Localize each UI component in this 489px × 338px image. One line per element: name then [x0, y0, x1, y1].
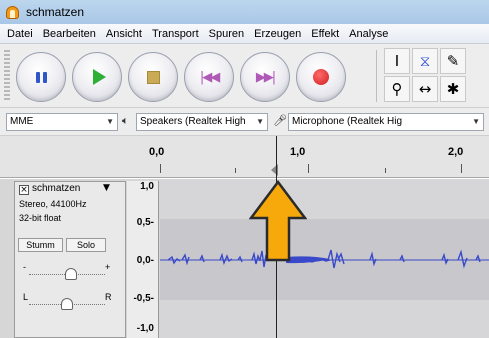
amplitude-label: -0,5-	[133, 293, 154, 304]
up-arrow-annotation	[248, 179, 308, 262]
envelope-tool-icon: ⧖	[419, 52, 431, 70]
transport-toolbar: |◀◀ ▶▶| I ⧖ ✎ ⚲ ↔ ✱	[0, 44, 489, 108]
zoom-tool-button[interactable]: ⚲	[384, 76, 410, 102]
chevron-down-icon[interactable]: ▼	[103, 183, 110, 193]
menu-erzeugen[interactable]: Erzeugen	[249, 28, 306, 40]
record-icon	[313, 69, 329, 85]
close-icon[interactable]: ×	[19, 185, 29, 195]
play-icon	[92, 69, 106, 85]
ruler-tick	[308, 164, 309, 173]
draw-tool-button[interactable]: ✎	[440, 48, 466, 74]
mute-button[interactable]: Stumm	[18, 238, 63, 252]
toolbar-grip[interactable]	[4, 50, 10, 102]
audio-host-value: MME	[10, 116, 34, 127]
skip-to-end-button[interactable]: ▶▶|	[240, 52, 290, 102]
recording-device-value: Microphone (Realtek Hig	[292, 116, 403, 127]
device-toolbar: MME ▼ 🔈︎ Speakers (Realtek High ▼ 🎤︎ Mic…	[0, 108, 489, 136]
menu-transport[interactable]: Transport	[147, 28, 204, 40]
selection-tool-icon: I	[394, 52, 400, 70]
pan-right-label: R	[105, 292, 112, 302]
track-format: Stereo, 44100Hz	[19, 199, 87, 209]
amplitude-ruler: 1,0 0,5- 0,0- -0,5- -1,0	[127, 181, 159, 338]
microphone-icon: 🎤︎	[273, 114, 287, 127]
menu-bearbeiten[interactable]: Bearbeiten	[38, 28, 101, 40]
draw-tool-icon: ✎	[446, 52, 460, 70]
title-bar: schmatzen	[0, 0, 489, 24]
skip-end-icon: ▶▶|	[255, 69, 276, 85]
recording-device-select[interactable]: Microphone (Realtek Hig ▼	[288, 113, 484, 131]
menu-spuren[interactable]: Spuren	[204, 28, 249, 40]
audacity-icon	[6, 5, 19, 19]
toolbar-separator	[376, 50, 377, 102]
chevron-down-icon: ▼	[256, 117, 264, 126]
envelope-tool-button[interactable]: ⧖	[412, 48, 438, 74]
menu-effekt[interactable]: Effekt	[306, 28, 344, 40]
pan-left-label: L	[23, 292, 29, 302]
solo-button[interactable]: Solo	[66, 238, 106, 252]
window-title: schmatzen	[26, 5, 85, 19]
record-button[interactable]	[296, 52, 346, 102]
gain-slider[interactable]: - +	[21, 262, 113, 284]
ruler-tick	[160, 164, 161, 173]
amplitude-label: -1,0	[136, 323, 154, 334]
waveform-display[interactable]	[160, 181, 489, 338]
amplitude-label: 1,0	[140, 181, 154, 192]
skip-start-icon: |◀◀	[199, 69, 220, 85]
track-name[interactable]: schmatzen	[32, 183, 80, 194]
timeshift-tool-button[interactable]: ↔	[412, 76, 438, 102]
pan-slider-knob[interactable]	[61, 298, 73, 310]
gain-slider-knob[interactable]	[64, 268, 77, 280]
menu-ansicht[interactable]: Ansicht	[101, 28, 147, 40]
pause-icon	[35, 71, 47, 83]
timeline-ruler[interactable]: 0,0 1,0 2,0	[0, 136, 489, 178]
multi-tool-icon: ✱	[446, 80, 460, 98]
pan-slider[interactable]: L R	[21, 292, 113, 314]
ruler-tick	[385, 168, 386, 173]
waveform	[160, 181, 489, 338]
menu-datei[interactable]: Datei	[2, 28, 38, 40]
multi-tool-button[interactable]: ✱	[440, 76, 466, 102]
amplitude-label: 0,5-	[136, 217, 154, 228]
amplitude-label: 0,0-	[136, 255, 154, 266]
skip-to-start-button[interactable]: |◀◀	[184, 52, 234, 102]
ruler-label: 2,0	[448, 146, 464, 158]
ruler-tick	[235, 168, 236, 173]
chevron-down-icon: ▼	[472, 117, 480, 126]
stop-button[interactable]	[128, 52, 178, 102]
gain-plus-label: +	[105, 262, 111, 272]
audio-host-select[interactable]: MME ▼	[6, 113, 118, 131]
timeshift-tool-icon: ↔	[418, 80, 432, 98]
up-arrow-icon	[248, 179, 308, 262]
track-area: × schmatzen ▼ Stereo, 44100Hz 32-bit flo…	[0, 179, 489, 338]
track-bit-depth: 32-bit float	[19, 213, 62, 223]
gain-minus-label: -	[23, 262, 26, 272]
play-button[interactable]	[72, 52, 122, 102]
ruler-label: 0,0	[149, 146, 165, 158]
chevron-down-icon: ▼	[106, 117, 114, 126]
zoom-tool-icon: ⚲	[391, 80, 403, 98]
ruler-tick	[461, 164, 462, 173]
menu-analyse[interactable]: Analyse	[344, 28, 393, 40]
pause-button[interactable]	[16, 52, 66, 102]
speaker-icon: 🔈︎	[122, 114, 129, 127]
ruler-label: 1,0	[290, 146, 306, 158]
menu-bar: Datei Bearbeiten Ansicht Transport Spure…	[0, 24, 489, 44]
stop-icon	[146, 70, 160, 84]
track-control-panel: × schmatzen ▼ Stereo, 44100Hz 32-bit flo…	[14, 181, 126, 338]
playback-device-select[interactable]: Speakers (Realtek High ▼	[136, 113, 268, 131]
selection-tool-button[interactable]: I	[384, 48, 410, 74]
playback-device-value: Speakers (Realtek High	[140, 116, 246, 127]
